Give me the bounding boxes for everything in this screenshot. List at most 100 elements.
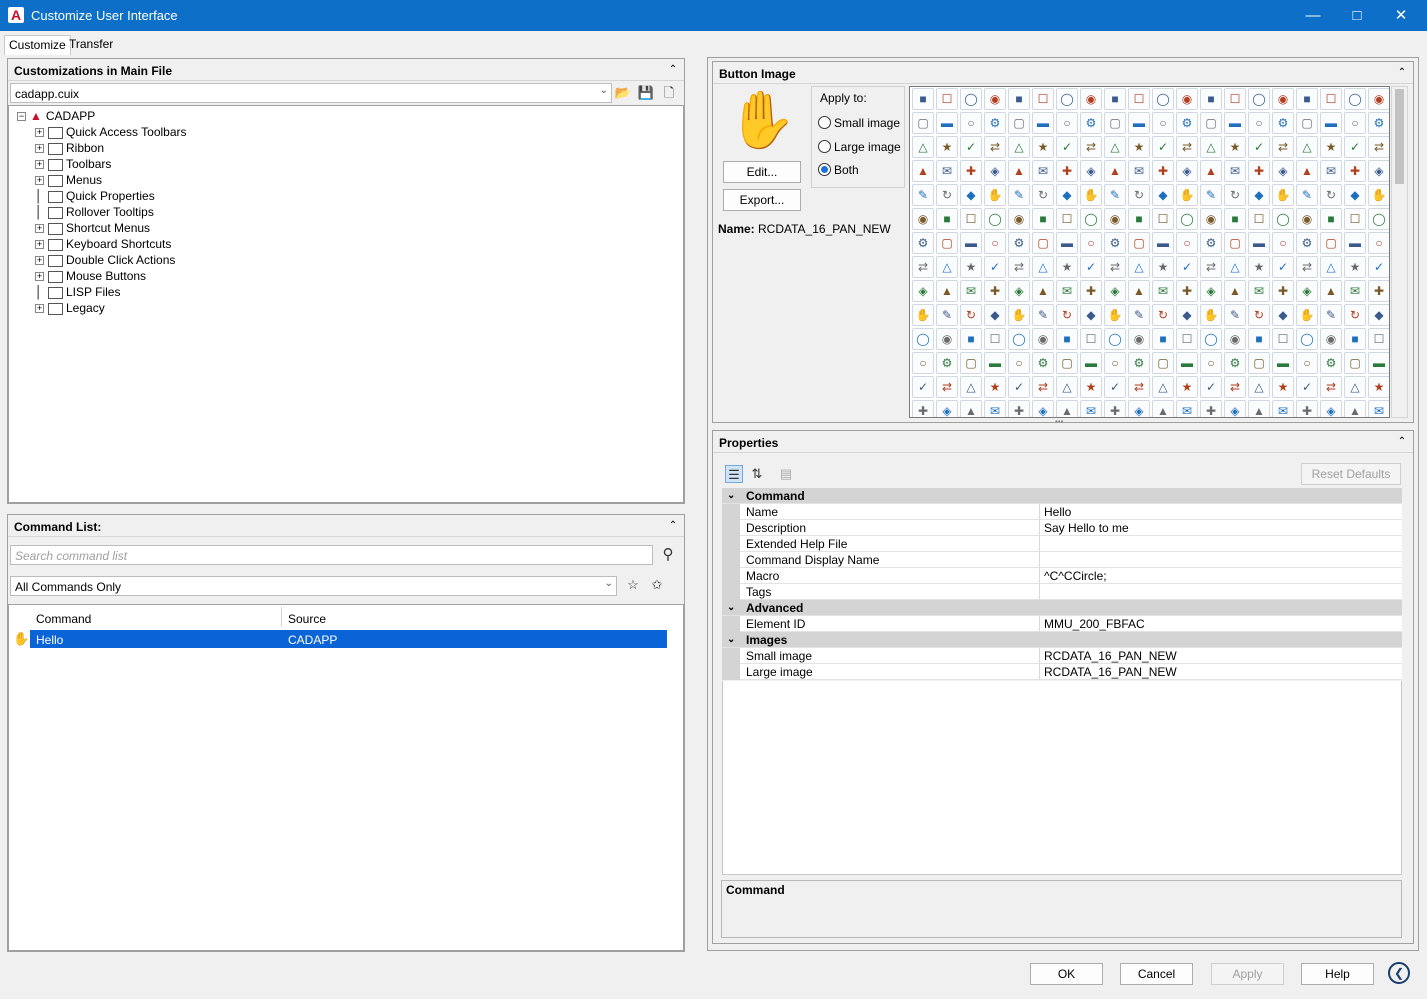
button-image-cell[interactable]: ◈ xyxy=(1272,160,1294,182)
sort-alphabetical-icon[interactable]: ⇅ xyxy=(748,465,766,483)
property-value[interactable]: Say Hello to me xyxy=(1044,520,1402,536)
button-image-cell[interactable]: ✋ xyxy=(984,184,1006,206)
button-image-cell[interactable]: ◉ xyxy=(1368,88,1389,110)
button-image-cell[interactable]: ◆ xyxy=(1248,184,1270,206)
button-image-cell[interactable]: ◈ xyxy=(1224,400,1246,417)
button-image-cell[interactable]: ◈ xyxy=(1128,400,1150,417)
button-image-cell[interactable]: ✎ xyxy=(1320,304,1342,326)
maximize-icon[interactable]: □ xyxy=(1335,0,1379,31)
button-image-cell[interactable]: ◉ xyxy=(1008,208,1030,230)
button-image-cell[interactable]: ✓ xyxy=(912,376,934,398)
column-header-command[interactable]: Command xyxy=(30,607,282,627)
button-image-cell[interactable]: ■ xyxy=(1296,88,1318,110)
button-image-cell[interactable]: ▲ xyxy=(1008,160,1030,182)
button-image-cell[interactable]: ▬ xyxy=(984,352,1006,374)
button-image-cell[interactable]: ◈ xyxy=(1032,400,1054,417)
button-image-cell[interactable]: ↻ xyxy=(1152,304,1174,326)
button-image-cell[interactable]: ✚ xyxy=(1104,400,1126,417)
property-row[interactable]: Tags xyxy=(722,584,1402,600)
button-image-cell[interactable]: △ xyxy=(1056,376,1078,398)
button-image-cell[interactable]: ✎ xyxy=(1200,184,1222,206)
button-image-cell[interactable]: ◈ xyxy=(1296,280,1318,302)
property-value[interactable] xyxy=(1044,536,1402,552)
button-image-cell[interactable]: ▬ xyxy=(1152,232,1174,254)
button-image-cell[interactable]: ✚ xyxy=(1080,280,1102,302)
button-image-cell[interactable]: ☐ xyxy=(1056,208,1078,230)
button-image-cell[interactable]: ◯ xyxy=(1200,328,1222,350)
button-image-cell[interactable]: ⚙ xyxy=(1272,112,1294,134)
radio-small-image[interactable] xyxy=(818,116,831,129)
button-image-cell[interactable]: △ xyxy=(1200,136,1222,158)
reset-defaults-button[interactable]: Reset Defaults xyxy=(1301,463,1401,485)
button-image-cell[interactable]: ↻ xyxy=(1224,184,1246,206)
button-image-cell[interactable]: ⇄ xyxy=(1272,136,1294,158)
tree-item-mouse-buttons[interactable]: + Mouse Buttons xyxy=(35,268,146,284)
button-image-cell[interactable]: ✓ xyxy=(1056,136,1078,158)
button-image-cell[interactable]: ⚙ xyxy=(1200,232,1222,254)
button-image-cell[interactable]: ⚙ xyxy=(1176,112,1198,134)
button-image-cell[interactable]: ■ xyxy=(1032,208,1054,230)
button-image-cell[interactable]: ✚ xyxy=(960,160,982,182)
help-button[interactable]: Help xyxy=(1301,963,1374,985)
button-image-cell[interactable]: ☐ xyxy=(1272,328,1294,350)
button-image-cell[interactable]: ✉ xyxy=(1128,160,1150,182)
collapse-up-icon[interactable]: ⌃ xyxy=(1395,435,1409,449)
button-image-cell[interactable]: ✉ xyxy=(936,160,958,182)
property-value[interactable]: RCDATA_16_PAN_NEW xyxy=(1044,664,1402,680)
button-image-cell[interactable]: ✋ xyxy=(1296,304,1318,326)
button-image-cell[interactable]: ✉ xyxy=(1320,160,1342,182)
button-image-cell[interactable]: ◉ xyxy=(1320,328,1342,350)
button-image-cell[interactable]: ✓ xyxy=(1272,256,1294,278)
button-image-cell[interactable]: ▲ xyxy=(1032,280,1054,302)
button-image-cell[interactable]: ▢ xyxy=(1296,112,1318,134)
button-image-cell[interactable]: △ xyxy=(1320,256,1342,278)
tree-item-shortcut-menus[interactable]: + Shortcut Menus xyxy=(35,220,150,236)
property-row[interactable]: Large image RCDATA_16_PAN_NEW xyxy=(722,664,1402,680)
button-image-cell[interactable]: ■ xyxy=(1224,208,1246,230)
button-image-cell[interactable]: ⚙ xyxy=(1368,112,1389,134)
button-image-cell[interactable]: ✚ xyxy=(1200,400,1222,417)
button-image-cell[interactable]: ✋ xyxy=(912,304,934,326)
collapse-up-icon[interactable]: ⌃ xyxy=(1395,66,1409,80)
expand-node-icon[interactable]: + xyxy=(35,224,44,234)
button-image-cell[interactable]: ✋ xyxy=(1080,184,1102,206)
button-image-cell[interactable]: ⇄ xyxy=(1104,256,1126,278)
button-image-cell[interactable]: ◆ xyxy=(1344,184,1366,206)
button-image-cell[interactable]: ✓ xyxy=(1200,376,1222,398)
button-image-cell[interactable]: ◯ xyxy=(1104,328,1126,350)
button-image-cell[interactable]: ☐ xyxy=(1032,88,1054,110)
button-image-cell[interactable]: ◯ xyxy=(1248,88,1270,110)
button-image-cell[interactable]: ○ xyxy=(1176,232,1198,254)
button-image-cell[interactable]: ▲ xyxy=(1296,160,1318,182)
button-image-cell[interactable]: ○ xyxy=(1200,352,1222,374)
button-image-cell[interactable]: ⚙ xyxy=(936,352,958,374)
button-image-cell[interactable]: ○ xyxy=(1008,352,1030,374)
button-image-cell[interactable]: ■ xyxy=(1152,328,1174,350)
button-image-cell[interactable]: ◆ xyxy=(1056,184,1078,206)
button-image-cell[interactable]: ⇄ xyxy=(936,376,958,398)
button-image-cell[interactable]: ▢ xyxy=(1104,112,1126,134)
tree-item-quick-properties[interactable]: │ Quick Properties xyxy=(35,188,155,204)
table-row[interactable]: Hello CADAPP xyxy=(30,630,667,648)
expand-node-icon[interactable]: + xyxy=(35,128,44,138)
button-image-cell[interactable]: ⚙ xyxy=(1008,232,1030,254)
button-image-cell[interactable]: ✋ xyxy=(1368,184,1389,206)
button-image-cell[interactable]: ✓ xyxy=(1296,376,1318,398)
button-image-cell[interactable]: ◯ xyxy=(984,208,1006,230)
button-image-cell[interactable]: ▲ xyxy=(1344,400,1366,417)
button-image-cell[interactable]: ▲ xyxy=(936,280,958,302)
button-image-cell[interactable]: ↻ xyxy=(1344,304,1366,326)
button-image-cell[interactable]: ✉ xyxy=(1248,280,1270,302)
button-image-cell[interactable]: ✚ xyxy=(1344,160,1366,182)
button-image-cell[interactable]: ⚙ xyxy=(1032,352,1054,374)
button-image-cell[interactable]: ⇄ xyxy=(984,136,1006,158)
button-image-cell[interactable]: ✋ xyxy=(1272,184,1294,206)
button-image-cell[interactable]: ▬ xyxy=(1176,352,1198,374)
button-image-cell[interactable]: ⚙ xyxy=(1128,352,1150,374)
tree-item-rollover-tooltips[interactable]: │ Rollover Tooltips xyxy=(35,204,154,220)
scrollbar-thumb[interactable] xyxy=(1395,89,1404,184)
button-image-cell[interactable]: ◉ xyxy=(984,88,1006,110)
button-image-cell[interactable]: ■ xyxy=(912,88,934,110)
expand-node-icon[interactable]: + xyxy=(35,160,44,170)
file-dropdown[interactable]: cadapp.cuix ⌄ xyxy=(10,83,612,103)
